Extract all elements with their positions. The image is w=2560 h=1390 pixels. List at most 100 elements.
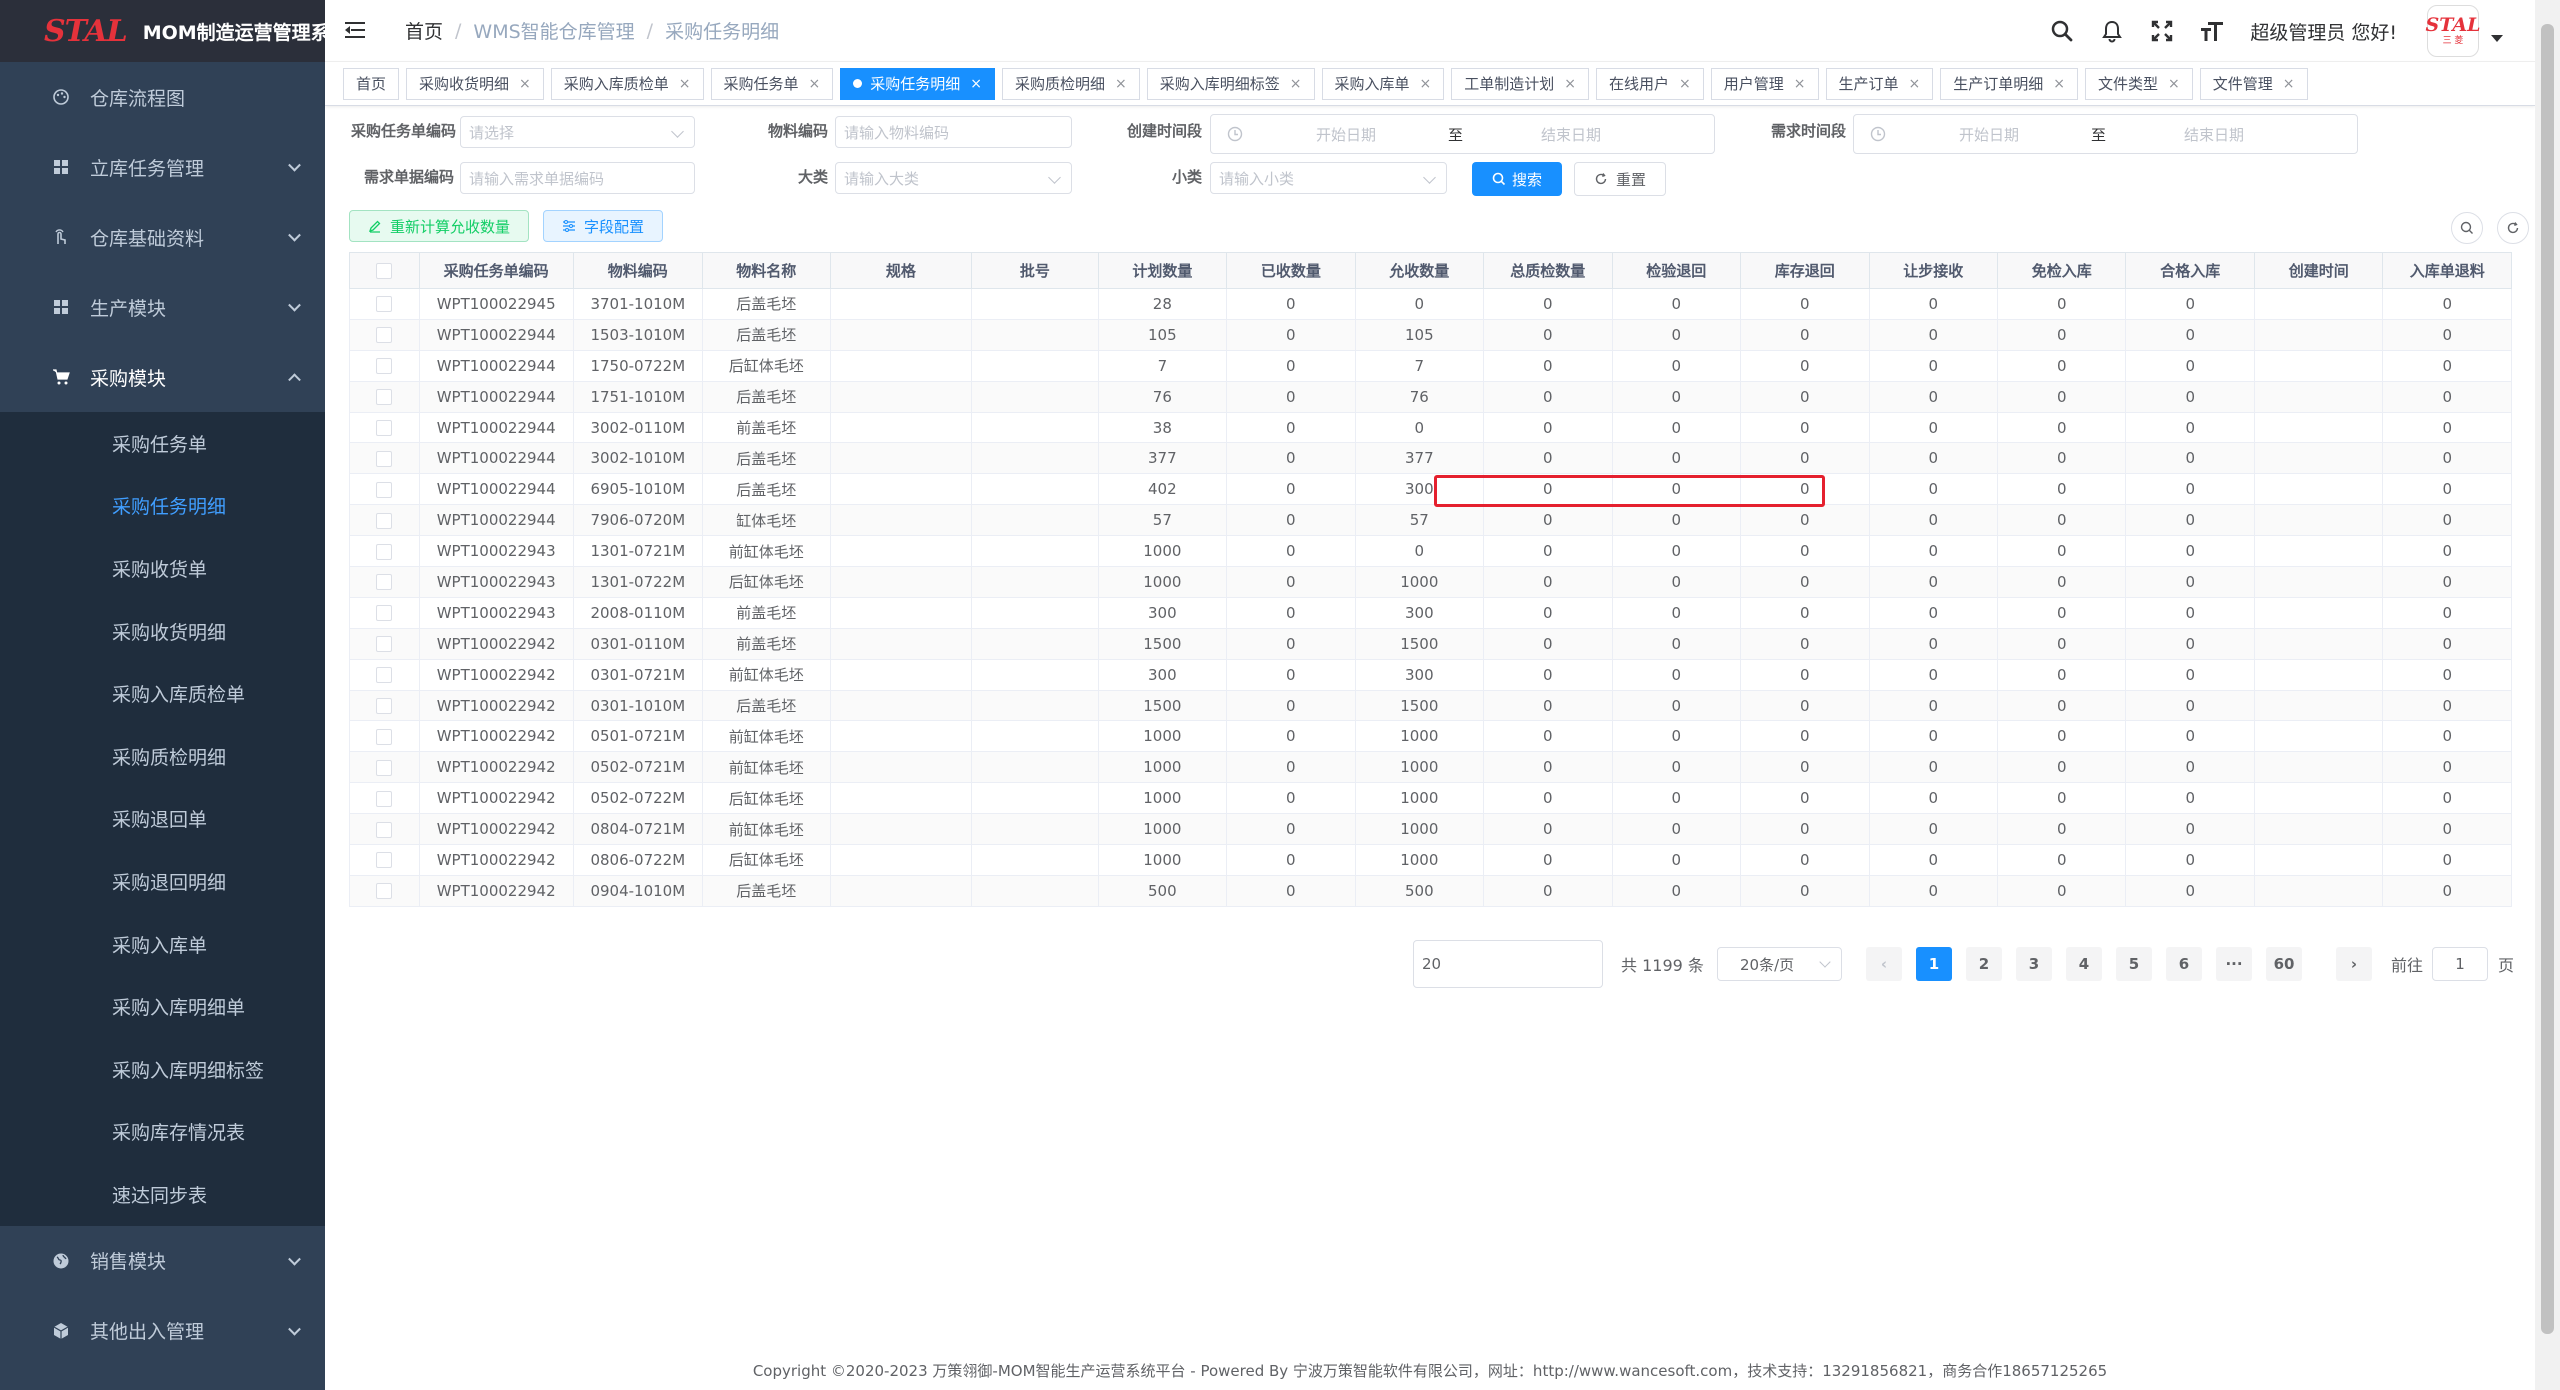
row-checkbox[interactable] bbox=[376, 481, 393, 498]
row-select-cell[interactable] bbox=[349, 813, 420, 846]
close-icon[interactable]: × bbox=[1290, 76, 1302, 92]
row-select-cell[interactable] bbox=[349, 318, 420, 351]
row-checkbox[interactable] bbox=[376, 852, 393, 869]
reset-button[interactable]: 重置 bbox=[1574, 162, 1666, 196]
close-icon[interactable]: × bbox=[809, 76, 821, 92]
row-checkbox[interactable] bbox=[376, 574, 393, 591]
column-header[interactable]: 免检入库 bbox=[1996, 252, 2127, 289]
table-row[interactable]: WPT100022942 0301-0721M 前缸体毛坯 300 0 300 0 0 0 0 0 0… bbox=[349, 658, 2512, 691]
task-code-select[interactable]: 请选择 bbox=[460, 116, 695, 148]
tab-tag[interactable]: 工单制造计划 × bbox=[1451, 67, 1590, 100]
table-row[interactable]: WPT100022942 0301-1010M 后盖毛坯 1500 0 1500 0 0 0 0 0… bbox=[349, 689, 2512, 722]
table-row[interactable]: WPT100022942 0904-1010M 后盖毛坯 500 0 500 0 0 0 0 0 0 0 bbox=[349, 874, 2512, 907]
close-icon[interactable]: × bbox=[1115, 76, 1127, 92]
sidebar-subitem[interactable]: 采购退回单 bbox=[0, 788, 325, 851]
tab-tag[interactable]: 采购收货明细 × bbox=[406, 67, 544, 100]
tab-tag[interactable]: 生产订单明细 × bbox=[1940, 67, 2079, 100]
column-header[interactable]: 让步接收 bbox=[1868, 252, 1998, 289]
caret-down-icon[interactable] bbox=[2491, 34, 2503, 42]
table-row[interactable]: WPT100022942 0502-0721M 前缸体毛坯 1000 0 1000 0 0 0 0… bbox=[349, 751, 2512, 784]
close-icon[interactable]: × bbox=[1564, 76, 1576, 92]
row-select-cell[interactable] bbox=[349, 380, 420, 413]
close-icon[interactable]: × bbox=[1794, 76, 1806, 92]
tab-tag[interactable]: 文件类型 × bbox=[2085, 67, 2193, 100]
row-checkbox[interactable] bbox=[376, 790, 393, 807]
table-row[interactable]: WPT100022944 3002-1010M 后盖毛坯 377 0 377 0 0 0 0 0 0 0 bbox=[349, 442, 2512, 475]
row-checkbox[interactable] bbox=[376, 512, 393, 529]
page-number-button[interactable]: 2 bbox=[1966, 947, 2002, 981]
row-checkbox[interactable] bbox=[376, 327, 393, 344]
refresh-button[interactable] bbox=[2497, 212, 2529, 244]
tab-tag[interactable]: 采购入库明细标签 × bbox=[1146, 67, 1315, 100]
next-page-button[interactable]: › bbox=[2336, 947, 2372, 981]
close-icon[interactable]: × bbox=[2168, 76, 2180, 92]
row-select-cell[interactable] bbox=[349, 596, 420, 629]
row-select-cell[interactable] bbox=[349, 349, 420, 382]
tab-tag[interactable]: 采购入库单 × bbox=[1321, 67, 1445, 100]
row-checkbox[interactable] bbox=[376, 358, 393, 375]
breadcrumb-home[interactable]: 首页 bbox=[405, 17, 443, 44]
bell-icon[interactable] bbox=[2098, 17, 2126, 45]
scrollbar-thumb[interactable] bbox=[2541, 24, 2554, 1334]
column-header[interactable]: 采购任务单编码 bbox=[418, 252, 574, 289]
close-icon[interactable]: × bbox=[519, 76, 531, 92]
sidebar-subitem[interactable]: 采购任务明细 bbox=[0, 475, 325, 538]
page-scrollbar[interactable] bbox=[2535, 0, 2560, 1390]
tab-tag[interactable]: 采购质检明细 × bbox=[1002, 67, 1140, 100]
close-icon[interactable]: × bbox=[679, 76, 691, 92]
row-checkbox[interactable] bbox=[376, 543, 393, 560]
sidebar-item-top-4[interactable]: 采购模块 bbox=[0, 342, 325, 412]
sidebar-subitem[interactable]: 采购入库单 bbox=[0, 913, 325, 976]
sidebar-subitem[interactable]: 采购质检明细 bbox=[0, 725, 325, 788]
sidebar-item-top-2[interactable]: 仓库基础资料 bbox=[0, 202, 325, 272]
close-icon[interactable]: × bbox=[1679, 76, 1691, 92]
row-select-cell[interactable] bbox=[349, 782, 420, 815]
tab-tag[interactable]: 生产订单 × bbox=[1825, 67, 1934, 100]
tab-tag[interactable]: 文件管理 × bbox=[2199, 67, 2308, 100]
column-header[interactable]: 入库单退料 bbox=[2382, 252, 2512, 289]
tab-tag[interactable]: 用户管理 × bbox=[1710, 67, 1819, 100]
table-row[interactable]: WPT100022942 0502-0722M 后缸体毛坯 1000 0 1000 0 0 0 0… bbox=[349, 782, 2512, 815]
sidebar-subitem[interactable]: 采购收货明细 bbox=[0, 600, 325, 663]
page-number-button[interactable]: ··· bbox=[2216, 947, 2252, 981]
table-row[interactable]: WPT100022944 6905-1010M 后盖毛坯 402 0 300 0 0 0 0 0 0 0 bbox=[349, 473, 2512, 506]
row-checkbox[interactable] bbox=[376, 883, 393, 900]
sidebar-subitem[interactable]: 采购任务单 bbox=[0, 412, 325, 475]
column-header[interactable]: 物料编码 bbox=[572, 252, 704, 289]
table-row[interactable]: WPT100022943 1301-0721M 前缸体毛坯 1000 0 0 0 0 0 0 0 0 0 bbox=[349, 535, 2512, 568]
close-icon[interactable]: × bbox=[1909, 76, 1921, 92]
tab-tag[interactable]: 采购任务明细 × bbox=[840, 67, 996, 100]
material-code-input[interactable]: 请输入物料编码 bbox=[835, 116, 1072, 148]
goto-page-input[interactable]: 1 bbox=[2432, 947, 2488, 981]
hamburger-icon[interactable] bbox=[345, 21, 369, 41]
page-number-button[interactable]: 5 bbox=[2116, 947, 2152, 981]
row-select-cell[interactable] bbox=[349, 874, 420, 907]
row-checkbox[interactable] bbox=[376, 389, 393, 406]
row-select-cell[interactable] bbox=[349, 720, 420, 753]
sidebar-item-top-3[interactable]: 生产模块 bbox=[0, 272, 325, 342]
search-button[interactable]: 搜索 bbox=[1472, 162, 1562, 196]
sidebar-subitem[interactable]: 采购入库明细单 bbox=[0, 975, 325, 1038]
row-select-cell[interactable] bbox=[349, 504, 420, 537]
row-checkbox[interactable] bbox=[376, 759, 393, 776]
column-header[interactable]: 物料名称 bbox=[702, 252, 831, 289]
table-row[interactable]: WPT100022945 3701-1010M 后盖毛坯 28 0 0 0 0 0 0 0 0 0 bbox=[349, 288, 2512, 320]
row-select-cell[interactable] bbox=[349, 473, 420, 506]
table-row[interactable]: WPT100022943 2008-0110M 前盖毛坯 300 0 300 0 0 0 0 0 0 0 bbox=[349, 596, 2512, 629]
page-number-button[interactable]: 1 bbox=[1916, 947, 1952, 981]
create-end-placeholder[interactable]: 结束日期 bbox=[1511, 124, 1631, 145]
column-header[interactable]: 创建时间 bbox=[2253, 252, 2384, 289]
major-category-select[interactable]: 请输入大类 bbox=[835, 162, 1072, 194]
sidebar-item-top-0[interactable]: 仓库流程图 bbox=[0, 62, 325, 132]
sidebar-subitem[interactable]: 速达同步表 bbox=[0, 1163, 325, 1226]
column-header[interactable]: 总质检数量 bbox=[1483, 252, 1613, 289]
tab-tag[interactable]: 在线用户 × bbox=[1596, 67, 1704, 100]
table-row[interactable]: WPT100022942 0501-0721M 前缸体毛坯 1000 0 1000 0 0 0 0… bbox=[349, 720, 2512, 753]
tab-tag[interactable]: 采购任务单 × bbox=[710, 67, 834, 100]
column-header[interactable]: 库存退回 bbox=[1740, 252, 1870, 289]
row-select-cell[interactable] bbox=[349, 627, 420, 660]
table-row[interactable]: WPT100022944 7906-0720M 缸体毛坯 57 0 57 0 0 0 0 0 0 0 bbox=[349, 504, 2512, 537]
table-row[interactable]: WPT100022944 1750-0722M 后缸体毛坯 7 0 7 0 0 0 0 0 0 0 bbox=[349, 349, 2512, 382]
column-header[interactable]: 允收数量 bbox=[1354, 252, 1485, 289]
page-number-button[interactable]: 60 bbox=[2266, 947, 2302, 981]
